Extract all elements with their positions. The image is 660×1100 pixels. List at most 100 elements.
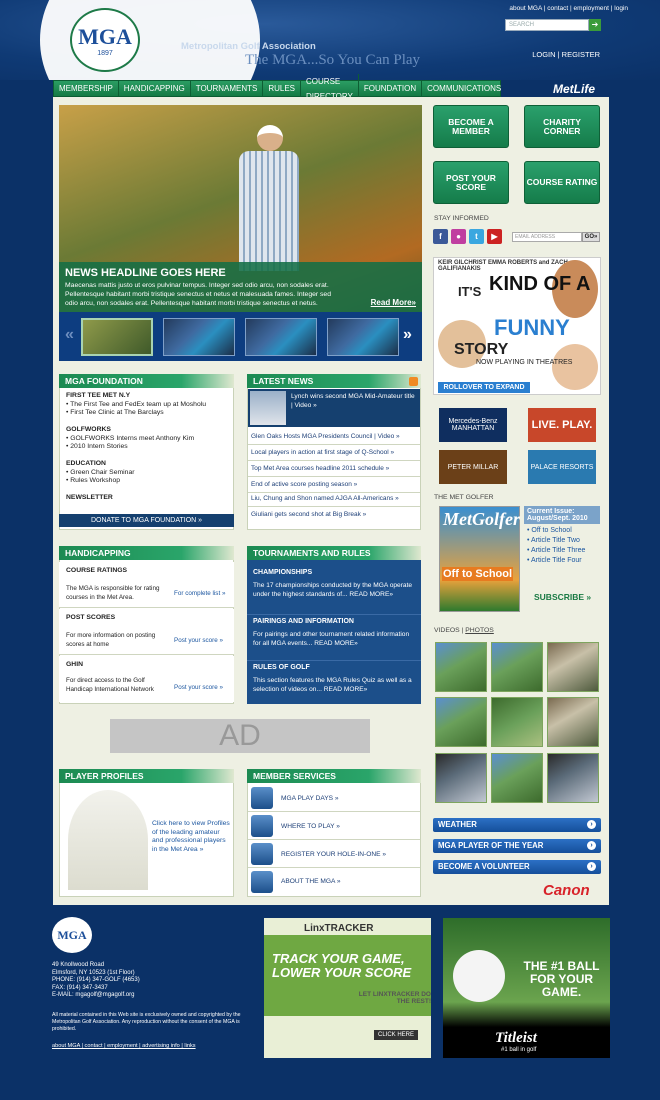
handicap-row-link[interactable]: For complete list »	[174, 590, 225, 599]
email-go-button[interactable]: GO»	[582, 232, 600, 242]
photo-thumb[interactable]	[547, 642, 599, 692]
nav-communications[interactable]: COMMUNICATIONS	[422, 81, 506, 96]
issue-article[interactable]: • Article Title Two	[527, 536, 597, 546]
tournament-section[interactable]: PAIRINGS AND INFORMATION For pairings and…	[247, 614, 421, 651]
tournament-section[interactable]: CHAMPIONSHIPS The 17 championships conduc…	[247, 566, 421, 602]
photo-thumb[interactable]	[547, 697, 599, 748]
charity-corner-button[interactable]: CHARITY CORNER	[524, 105, 600, 148]
course-rating-button[interactable]: COURSE RATING	[524, 161, 600, 204]
news-item[interactable]: Top Met Area courses headline 2011 sched…	[248, 462, 420, 477]
weather-link[interactable]: WEATHER ›	[433, 818, 601, 832]
nav-rules[interactable]: RULES	[263, 81, 302, 96]
site-header: MGA 1897 Metropolitan Golf Association Th…	[0, 0, 660, 80]
service-item[interactable]: ABOUT THE MGA »	[248, 868, 420, 895]
post-score-button[interactable]: POST YOUR SCORE	[433, 161, 509, 204]
service-item[interactable]: WHERE TO PLAY »	[248, 813, 420, 840]
news-item[interactable]: Glen Oaks Hosts MGA Presidents Council |…	[248, 430, 420, 445]
met-golfer-cover[interactable]: MetGolfer Off to School	[439, 506, 520, 612]
news-item[interactable]: Liu, Chung and Shon named AJGA All-Ameri…	[248, 492, 420, 507]
news-item[interactable]: End of active score posting season »	[248, 478, 420, 493]
newsletter-link[interactable]: NEWSLETTER	[66, 494, 113, 501]
photo-thumb[interactable]	[547, 752, 599, 803]
chevron-right-icon[interactable]: »	[403, 326, 412, 344]
search-input[interactable]: SEARCH	[505, 19, 589, 31]
golf-ball-image	[453, 950, 505, 1002]
photo-thumb[interactable]	[435, 697, 487, 748]
login-link[interactable]: LOGIN	[532, 50, 555, 59]
player-of-year-link[interactable]: MGA PLAYER OF THE YEAR ›	[433, 839, 601, 853]
donate-button[interactable]: DONATE TO MGA FOUNDATION »	[59, 514, 234, 527]
stay-informed-title: STAY INFORMED	[434, 215, 489, 222]
metlife-logo[interactable]: MetLife	[553, 82, 595, 96]
top-link-about[interactable]: about MGA	[509, 5, 542, 12]
nav-foundation[interactable]: FOUNDATION	[359, 81, 423, 96]
hero-read-more[interactable]: Read More»	[371, 298, 416, 307]
hero-thumb[interactable]	[245, 317, 317, 356]
movie-its: IT'S	[458, 284, 482, 299]
twitter-icon[interactable]: t	[469, 229, 484, 244]
service-item[interactable]: MGA PLAY DAYS »	[248, 785, 420, 812]
current-issue: Current Issue: August/Sept. 2010	[524, 506, 600, 524]
foundation-link[interactable]: • Green Chair Seminar	[66, 469, 135, 476]
top-link-contact[interactable]: contact	[547, 5, 568, 12]
footer-links[interactable]: about MGA | contact | employment | adver…	[52, 1043, 252, 1051]
footer-logo[interactable]: MGA	[52, 917, 92, 953]
photo-thumb[interactable]	[435, 642, 487, 692]
news-item[interactable]: Giuliani gets second shot at Big Break »	[248, 508, 420, 522]
profiles-link[interactable]: Click here to view Profiles of the leadi…	[152, 820, 232, 854]
volunteer-link[interactable]: BECOME A VOLUNTEER ›	[433, 860, 601, 874]
sponsor-peter-millar[interactable]: PETER MILLAR	[439, 450, 507, 484]
search-button[interactable]: ➔	[589, 19, 601, 31]
issue-article[interactable]: • Article Title Four	[527, 556, 597, 566]
issue-article[interactable]: • Article Title Three	[527, 546, 597, 556]
facebook-icon[interactable]: f	[433, 229, 448, 244]
handicap-row-link[interactable]: Post your score »	[174, 684, 223, 693]
service-item[interactable]: REGISTER YOUR HOLE-IN-ONE »	[248, 841, 420, 868]
movie-ad[interactable]: KEIR GILCHRIST EMMA ROBERTS and ZACH GAL…	[433, 257, 601, 395]
hero-headline[interactable]: NEWS HEADLINE GOES HERE	[65, 267, 416, 279]
issue-article[interactable]: • Off to School	[527, 526, 597, 536]
flickr-icon[interactable]: ●	[451, 229, 466, 244]
news-item[interactable]: Local players in action at first stage o…	[248, 446, 420, 461]
titleist-ad[interactable]: THE #1 BALL FOR YOUR GAME. Titleist #1 b…	[443, 918, 610, 1058]
sponsor-mercedes[interactable]: Mercedes-Benz MANHATTAN	[439, 408, 507, 442]
linxtracker-ad[interactable]: LinxTRACKER TRACK YOUR GAME, LOWER YOUR …	[264, 918, 431, 1058]
tournament-section[interactable]: RULES OF GOLF This section features the M…	[247, 660, 421, 697]
foundation-link[interactable]: • Rules Workshop	[66, 477, 120, 484]
sponsor-palace-resorts[interactable]: PALACE RESORTS	[528, 450, 596, 484]
register-link[interactable]: REGISTER	[562, 50, 600, 59]
hero-thumb[interactable]	[327, 317, 399, 356]
nav-tournaments[interactable]: TOURNAMENTS	[191, 81, 264, 96]
chevron-left-icon[interactable]: «	[65, 326, 74, 344]
canon-logo[interactable]: Canon	[543, 882, 590, 899]
photo-thumb[interactable]	[491, 697, 543, 748]
top-link-employment[interactable]: employment	[574, 5, 609, 12]
foundation-link[interactable]: • GOLFWORKS Interns meet Anthony Kim	[66, 435, 194, 442]
foundation-link[interactable]: • First Tee Clinic at The Barclays	[66, 409, 164, 416]
photo-thumb[interactable]	[491, 642, 543, 692]
hero-thumb[interactable]	[81, 317, 153, 356]
nav-membership[interactable]: MEMBERSHIP	[54, 81, 119, 96]
photo-thumb[interactable]	[435, 752, 487, 803]
photo-thumb[interactable]	[491, 752, 543, 803]
subscribe-link[interactable]: SUBSCRIBE »	[534, 592, 591, 602]
tab-photos[interactable]: PHOTOS	[465, 627, 494, 634]
handicap-row-link[interactable]: Post your score »	[174, 637, 223, 646]
mga-logo[interactable]: MGA 1897	[70, 8, 140, 72]
sponsor-live-play[interactable]: LIVE. PLAY.	[528, 408, 596, 442]
foundation-link[interactable]: • 2010 Intern Stories	[66, 443, 128, 450]
hero-thumb[interactable]	[163, 317, 235, 356]
top-link-login[interactable]: login	[614, 5, 628, 12]
email-input[interactable]: EMAIL ADDRESS	[512, 232, 582, 242]
tab-videos[interactable]: VIDEOS	[434, 627, 460, 634]
hero-body: Maecenas mattis justo ut eros pulvinar t…	[65, 282, 331, 307]
linxtracker-click[interactable]: CLICK HERE	[374, 1030, 419, 1040]
youtube-icon[interactable]: ▶	[487, 229, 502, 244]
rss-icon[interactable]	[409, 377, 418, 386]
become-member-button[interactable]: BECOME A MEMBER	[433, 105, 509, 148]
ad-placeholder[interactable]: AD	[110, 719, 370, 753]
news-feature-text[interactable]: Lynch wins second MGA Mid-Amateur title …	[291, 393, 416, 410]
foundation-link[interactable]: • The First Tee and FedEx team up at Mos…	[66, 401, 206, 408]
rollover-expand[interactable]: ROLLOVER TO EXPAND	[438, 382, 530, 393]
nav-handicapping[interactable]: HANDICAPPING	[119, 81, 191, 96]
